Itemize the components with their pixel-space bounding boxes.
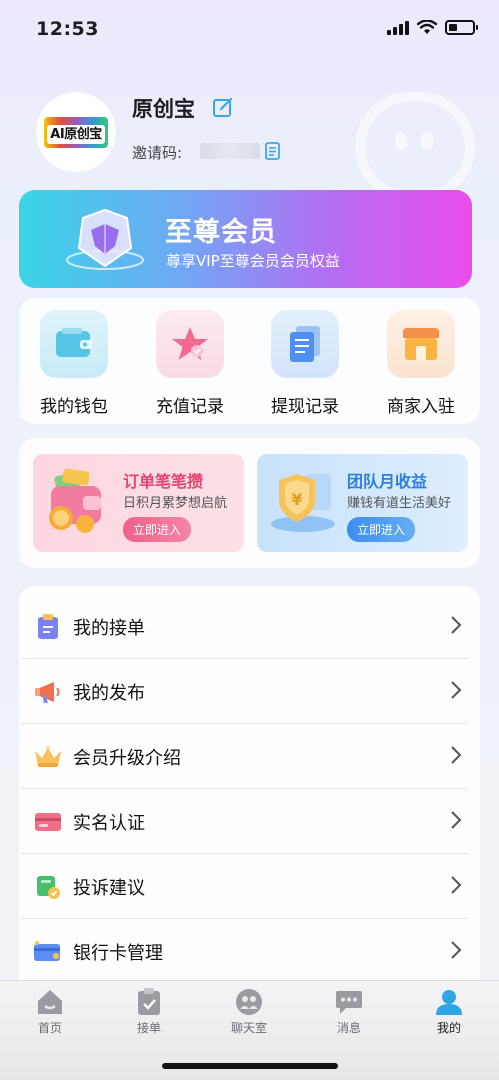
menu-label: 我的发布 — [73, 682, 145, 704]
menu-list: 我的接单 我的发布 会员升级介绍 实名认证 投诉建议 银行卡管理 — [19, 586, 480, 986]
avatar-logo: AI原创宝 — [44, 116, 108, 148]
invite-code-label: 邀请码: — [132, 144, 183, 162]
promo-card-orders[interactable]: 订单笔笔攒 日积月累梦想启航 立即进入 — [33, 454, 244, 552]
promo-card-team[interactable]: ¥ 团队月收益 赚钱有道生活美好 立即进入 — [257, 454, 468, 552]
promo-section: 订单笔笔攒 日积月累梦想启航 立即进入 ¥ 团队月收益 赚钱有道生活美好 立即进… — [19, 438, 480, 568]
status-icons — [387, 20, 478, 35]
clipboard-icon — [33, 612, 63, 642]
battery-icon — [445, 20, 478, 35]
menu-label: 投诉建议 — [73, 877, 145, 899]
promo-title: 订单笔笔攒 — [123, 472, 204, 491]
promo-title: 团队月收益 — [347, 472, 428, 491]
menu-label: 实名认证 — [73, 812, 145, 834]
status-bar: 12:53 — [0, 0, 499, 60]
tab-orders[interactable]: 接单 — [109, 987, 189, 1036]
edit-icon[interactable] — [212, 96, 234, 118]
username: 原创宝 — [132, 97, 195, 121]
invite-code-value: •••••• — [200, 143, 260, 159]
svg-text:¥: ¥ — [291, 490, 302, 509]
tab-messages[interactable]: 消息 — [309, 987, 389, 1036]
tab-home[interactable]: 首页 — [10, 987, 90, 1036]
diamond-icon — [66, 208, 144, 270]
signal-icon — [387, 20, 409, 35]
chat-room-icon — [234, 987, 264, 1017]
menu-item-feedback[interactable]: 投诉建议 — [19, 854, 480, 919]
crown-icon — [33, 742, 63, 772]
menu-item-my-orders[interactable]: 我的接单 — [19, 594, 480, 659]
wifi-icon — [417, 20, 437, 34]
promo-subtitle: 日积月累梦想启航 — [123, 496, 228, 511]
quick-action-wallet[interactable]: 我的钱包 — [29, 310, 119, 417]
user-icon — [434, 987, 464, 1017]
store-icon — [387, 310, 455, 378]
copy-icon[interactable] — [264, 141, 282, 161]
avatar[interactable]: AI原创宝 — [36, 92, 116, 172]
home-icon — [35, 987, 65, 1017]
tab-label: 首页 — [37, 1021, 62, 1035]
status-time: 12:53 — [36, 18, 99, 40]
tab-profile[interactable]: 我的 — [409, 987, 489, 1036]
chevron-right-icon — [451, 941, 462, 959]
promo-subtitle: 赚钱有道生活美好 — [347, 496, 452, 511]
shield-yuan-icon: ¥ — [271, 474, 335, 532]
feedback-icon — [33, 872, 63, 902]
menu-item-my-posts[interactable]: 我的发布 — [19, 659, 480, 724]
megaphone-icon — [33, 677, 63, 707]
quick-action-label: 商家入驻 — [387, 397, 455, 417]
star-icon — [156, 310, 224, 378]
menu-item-bank-card[interactable]: 银行卡管理 — [19, 919, 480, 984]
menu-item-membership-upgrade[interactable]: 会员升级介绍 — [19, 724, 480, 789]
mascot-decoration — [355, 92, 475, 202]
wallet-coins-icon — [49, 468, 101, 533]
id-card-icon — [33, 807, 63, 837]
menu-label: 我的接单 — [73, 617, 145, 639]
vip-subtitle: 尊享VIP至尊会员会员权益 — [166, 252, 340, 270]
quick-action-recharge[interactable]: 充值记录 — [145, 310, 235, 417]
chevron-right-icon — [451, 811, 462, 829]
wallet-icon — [40, 310, 108, 378]
document-icon — [271, 310, 339, 378]
bank-card-icon — [33, 937, 63, 967]
chevron-right-icon — [451, 616, 462, 634]
tab-label: 聊天室 — [230, 1021, 267, 1035]
vip-title: 至尊会员 — [165, 217, 277, 248]
tab-chat-room[interactable]: 聊天室 — [209, 987, 289, 1036]
chevron-right-icon — [451, 746, 462, 764]
quick-action-withdraw[interactable]: 提现记录 — [260, 310, 350, 417]
quick-action-label: 我的钱包 — [40, 397, 108, 417]
menu-label: 会员升级介绍 — [73, 747, 181, 769]
chevron-right-icon — [451, 681, 462, 699]
menu-item-real-name[interactable]: 实名认证 — [19, 789, 480, 854]
quick-action-merchant[interactable]: 商家入驻 — [376, 310, 466, 417]
home-indicator — [162, 1063, 338, 1069]
quick-action-label: 提现记录 — [271, 397, 339, 417]
vip-banner[interactable]: 至尊会员 尊享VIP至尊会员会员权益 — [19, 190, 472, 288]
quick-action-label: 充值记录 — [156, 397, 224, 417]
tab-label: 接单 — [136, 1021, 161, 1035]
clipboard-check-icon — [134, 987, 164, 1017]
tab-label: 我的 — [436, 1021, 461, 1035]
menu-label: 银行卡管理 — [73, 942, 163, 964]
message-icon — [334, 987, 364, 1017]
tab-label: 消息 — [336, 1021, 361, 1035]
chevron-right-icon — [451, 876, 462, 894]
promo-enter-button[interactable]: 立即进入 — [123, 517, 192, 542]
promo-enter-button[interactable]: 立即进入 — [347, 517, 416, 542]
quick-actions: 我的钱包 充值记录 提现记录 商家入驻 — [19, 298, 480, 424]
